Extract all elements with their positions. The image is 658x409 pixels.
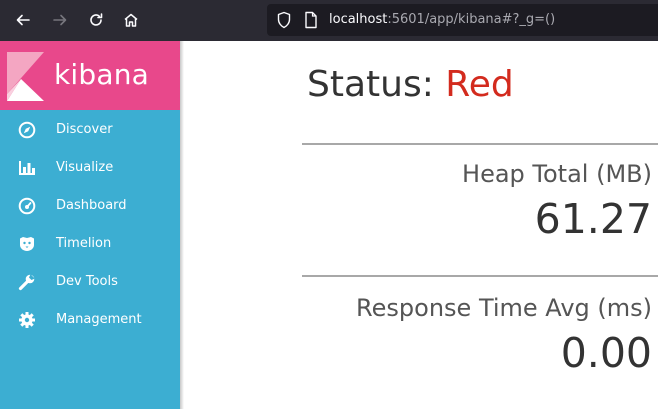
divider	[302, 275, 658, 277]
page-info-icon[interactable]	[304, 11, 318, 33]
logo-text: kibana	[54, 58, 150, 91]
metric-title-heap-total: Heap Total (MB)	[462, 160, 652, 188]
home-icon	[124, 13, 138, 27]
shield-icon[interactable]	[276, 11, 292, 33]
status-page: Status: Red Heap Total (MB) 61.27 Respon…	[184, 41, 658, 409]
sidebar-item-label: Dev Tools	[56, 274, 118, 289]
sidebar-item-discover[interactable]: Discover	[0, 111, 180, 149]
kibana-logo[interactable]: kibana	[0, 41, 180, 110]
bar-chart-icon	[18, 159, 36, 177]
gear-icon	[18, 311, 36, 329]
browser-toolbar: localhost:5601/app/kibana#?_g=()	[0, 0, 658, 41]
url-path: :5601/app/kibana#?_g=()	[387, 12, 556, 27]
status-label: Status:	[307, 64, 434, 105]
back-button[interactable]	[12, 9, 34, 31]
page-title: Status: Red	[307, 63, 514, 107]
sidebar-item-timelion[interactable]: Timelion	[0, 225, 180, 263]
metric-value-response-time: 0.00	[560, 329, 652, 377]
divider	[302, 143, 658, 145]
sidebar-item-label: Dashboard	[56, 198, 127, 213]
metric-value-heap-total: 61.27	[534, 195, 652, 243]
arrow-right-icon	[53, 14, 67, 26]
sidebar-item-management[interactable]: Management	[0, 301, 180, 339]
url-host: localhost	[329, 12, 388, 27]
home-button[interactable]	[120, 9, 142, 31]
sidebar-item-label: Management	[56, 312, 142, 327]
sidebar-item-dashboard[interactable]: Dashboard	[0, 187, 180, 225]
timelion-icon	[18, 235, 36, 253]
reload-icon	[90, 13, 103, 26]
forward-button[interactable]	[49, 9, 71, 31]
sidebar-item-dev-tools[interactable]: Dev Tools	[0, 263, 180, 301]
address-bar[interactable]: localhost:5601/app/kibana#?_g=()	[267, 4, 658, 36]
arrow-left-icon	[16, 14, 30, 26]
sidebar: kibana Discover Visualize Dashboard Time…	[0, 41, 184, 409]
wrench-icon	[18, 273, 36, 291]
sidebar-item-label: Discover	[56, 122, 113, 137]
compass-icon	[18, 121, 36, 139]
url-text[interactable]: localhost:5601/app/kibana#?_g=()	[329, 11, 555, 29]
sidebar-item-visualize[interactable]: Visualize	[0, 149, 180, 187]
metric-title-response-time: Response Time Avg (ms)	[356, 294, 652, 322]
status-value: Red	[445, 64, 514, 105]
sidebar-item-label: Visualize	[56, 160, 114, 175]
reload-button[interactable]	[85, 9, 107, 31]
sidebar-item-label: Timelion	[56, 236, 112, 251]
gauge-icon	[18, 197, 36, 215]
kibana-logo-icon	[7, 52, 44, 101]
